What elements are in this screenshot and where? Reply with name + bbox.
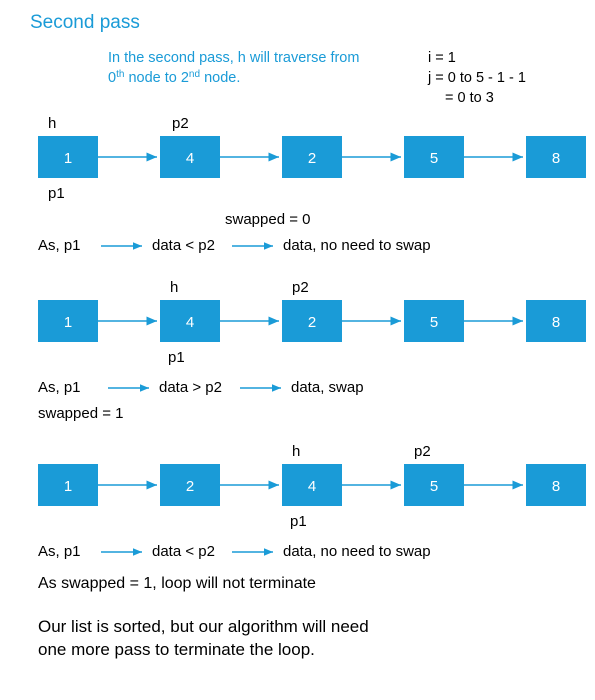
final-note: Our list is sorted, but our algorithm wi… xyxy=(38,617,373,659)
svg-text:data, no need to swap: data, no need to swap xyxy=(283,237,431,254)
linked-list: 1 2 4 5 8 xyxy=(38,464,586,506)
step1: h p2 1 4 2 5 8 p1 swapped = 0 As, p1 dat… xyxy=(38,115,586,254)
label-p1: p1 xyxy=(168,349,185,366)
node-value: 4 xyxy=(308,478,316,495)
swapped-label: swapped = 1 xyxy=(38,405,123,422)
node-value: 4 xyxy=(186,150,194,167)
linked-list: 1 4 2 5 8 xyxy=(38,300,586,342)
comparison-line: As, p1 data < p2 data, no need to swap xyxy=(38,237,431,254)
node-value: 8 xyxy=(552,150,560,167)
node-value: 5 xyxy=(430,314,438,331)
label-p2: p2 xyxy=(172,115,189,132)
page-title: Second pass xyxy=(30,12,140,33)
label-h: h xyxy=(292,443,300,460)
svg-text:As, p1: As, p1 xyxy=(38,379,81,396)
conclusion-text: As swapped = 1, loop will not terminate xyxy=(38,575,316,592)
node-value: 1 xyxy=(64,478,72,495)
swapped-label: swapped = 0 xyxy=(225,211,310,228)
node-value: 2 xyxy=(308,150,316,167)
svg-text:data, no need to swap: data, no need to swap xyxy=(283,543,431,560)
node-value: 2 xyxy=(308,314,316,331)
label-p1: p1 xyxy=(290,513,307,530)
svg-text:As, p1: As, p1 xyxy=(38,543,81,560)
svg-text:As, p1: As, p1 xyxy=(38,237,81,254)
svg-text:data < p2: data < p2 xyxy=(152,543,215,560)
svg-text:data, swap: data, swap xyxy=(291,379,364,396)
node-value: 1 xyxy=(64,314,72,331)
node-value: 8 xyxy=(552,478,560,495)
iter-j1: j = 0 to 5 - 1 - 1 xyxy=(427,70,526,86)
iter-j2: = 0 to 3 xyxy=(445,90,494,106)
node-value: 8 xyxy=(552,314,560,331)
label-p2: p2 xyxy=(292,279,309,296)
label-p2: p2 xyxy=(414,443,431,460)
iter-i: i = 1 xyxy=(428,50,456,66)
node-value: 5 xyxy=(430,150,438,167)
comparison-line: As, p1 data < p2 data, no need to swap xyxy=(38,543,431,560)
svg-text:data < p2: data < p2 xyxy=(152,237,215,254)
node-value: 4 xyxy=(186,314,194,331)
step2: h p2 1 4 2 5 8 p1 As, p1 data > p2 data,… xyxy=(38,279,586,422)
label-p1: p1 xyxy=(48,185,65,202)
step3: h p2 1 2 4 5 8 p1 As, p1 data < p2 data,… xyxy=(38,443,586,592)
node-value: 2 xyxy=(186,478,194,495)
label-h: h xyxy=(170,279,178,296)
intro-text: In the second pass, h will traverse from… xyxy=(108,50,363,86)
node-value: 1 xyxy=(64,150,72,167)
comparison-line: As, p1 data > p2 data, swap xyxy=(38,379,364,396)
label-h: h xyxy=(48,115,56,132)
linked-list: 1 4 2 5 8 xyxy=(38,136,586,178)
svg-text:data > p2: data > p2 xyxy=(159,379,222,396)
node-value: 5 xyxy=(430,478,438,495)
